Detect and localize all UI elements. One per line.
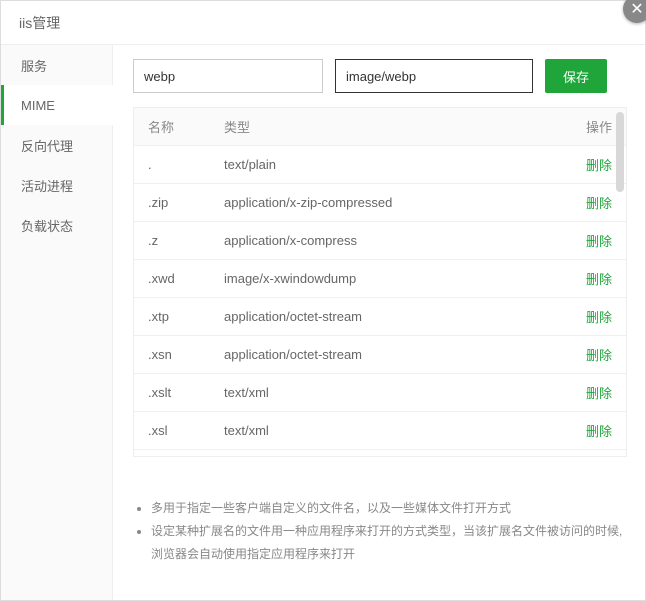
notes: 多用于指定一些客户端自定义的文件名，以及一些媒体文件打开方式 设定某种扩展名的文… xyxy=(133,497,627,565)
delete-link[interactable]: 删除 xyxy=(586,272,612,287)
delete-link[interactable]: 删除 xyxy=(586,158,612,173)
sidebar-item-load[interactable]: 负载状态 xyxy=(1,205,112,245)
cell-op: 删除 xyxy=(560,345,612,364)
sidebar-item-service[interactable]: 服务 xyxy=(1,45,112,85)
cell-type: text/xml xyxy=(224,423,560,438)
mime-table: 名称 类型 操作 .text/plain删除.zipapplication/x-… xyxy=(133,107,627,457)
delete-link[interactable]: 删除 xyxy=(586,386,612,401)
cell-name: .xtp xyxy=(148,309,224,324)
save-button[interactable]: 保存 xyxy=(545,59,607,93)
cell-type: text/plain xyxy=(224,157,560,172)
cell-op: 删除 xyxy=(560,421,612,440)
table-row: .zipapplication/x-zip-compressed 删除 xyxy=(134,184,626,222)
table-row: .xtpapplication/octet-stream 删除 xyxy=(134,298,626,336)
col-header-op: 操作 xyxy=(560,117,612,136)
cell-name: .xsn xyxy=(148,347,224,362)
cell-name: . xyxy=(148,157,224,172)
type-input[interactable] xyxy=(335,59,533,93)
iis-manage-modal: ✕ iis管理 服务 MIME 反向代理 活动进程 负载状态 保存 名称 类型 … xyxy=(0,0,646,601)
cell-type: text/xml xyxy=(224,385,560,400)
scrollbar-thumb[interactable] xyxy=(616,112,624,192)
cell-name: .xwd xyxy=(148,271,224,286)
cell-op: 删除 xyxy=(560,231,612,250)
table-row: .xwdimage/x-xwindowdump 删除 xyxy=(134,260,626,298)
cell-op: 删除 xyxy=(560,193,612,212)
table-row: .xsltext/xml 删除 xyxy=(134,412,626,450)
delete-link[interactable]: 删除 xyxy=(586,234,612,249)
table-row: .zapplication/x-compress 删除 xyxy=(134,222,626,260)
note-item: 设定某种扩展名的文件用一种应用程序来打开的方式类型，当该扩展名文件被访问的时候,… xyxy=(151,520,627,566)
cell-name: .xslt xyxy=(148,385,224,400)
sidebar-item-process[interactable]: 活动进程 xyxy=(1,165,112,205)
modal-body: 服务 MIME 反向代理 活动进程 负载状态 保存 名称 类型 操作 .text… xyxy=(1,45,645,600)
cell-name: .zip xyxy=(148,195,224,210)
delete-link[interactable]: 删除 xyxy=(586,196,612,211)
col-header-type: 类型 xyxy=(224,117,560,136)
cell-op: 删除 xyxy=(560,155,612,174)
note-item: 多用于指定一些客户端自定义的文件名，以及一些媒体文件打开方式 xyxy=(151,497,627,520)
cell-op: 删除 xyxy=(560,383,612,402)
cell-type: application/octet-stream xyxy=(224,309,560,324)
cell-type: application/octet-stream xyxy=(224,347,560,362)
cell-name: .xsl xyxy=(148,423,224,438)
add-mime-form: 保存 xyxy=(133,59,627,93)
cell-type: application/x-compress xyxy=(224,233,560,248)
sidebar-item-mime[interactable]: MIME xyxy=(1,85,113,125)
col-header-name: 名称 xyxy=(148,117,224,136)
cell-op: 删除 xyxy=(560,269,612,288)
table-row: .xsftext/xml删除 xyxy=(134,450,626,456)
cell-type: application/x-zip-compressed xyxy=(224,195,560,210)
modal-title: iis管理 xyxy=(1,1,645,45)
table-row: .xsnapplication/octet-stream 删除 xyxy=(134,336,626,374)
delete-link[interactable]: 删除 xyxy=(586,348,612,363)
sidebar-item-proxy[interactable]: 反向代理 xyxy=(1,125,112,165)
table-header-row: 名称 类型 操作 xyxy=(134,108,626,146)
cell-op: 删除 xyxy=(560,307,612,326)
table-row: .xslttext/xml 删除 xyxy=(134,374,626,412)
table-body[interactable]: .text/plain删除.zipapplication/x-zip-compr… xyxy=(134,146,626,456)
delete-link[interactable]: 删除 xyxy=(586,424,612,439)
cell-name: .z xyxy=(148,233,224,248)
delete-link[interactable]: 删除 xyxy=(586,310,612,325)
main-panel: 保存 名称 类型 操作 .text/plain删除.zipapplication… xyxy=(113,45,645,600)
cell-type: image/x-xwindowdump xyxy=(224,271,560,286)
sidebar: 服务 MIME 反向代理 活动进程 负载状态 xyxy=(1,45,113,600)
table-row: .text/plain 删除 xyxy=(134,146,626,184)
ext-input[interactable] xyxy=(133,59,323,93)
